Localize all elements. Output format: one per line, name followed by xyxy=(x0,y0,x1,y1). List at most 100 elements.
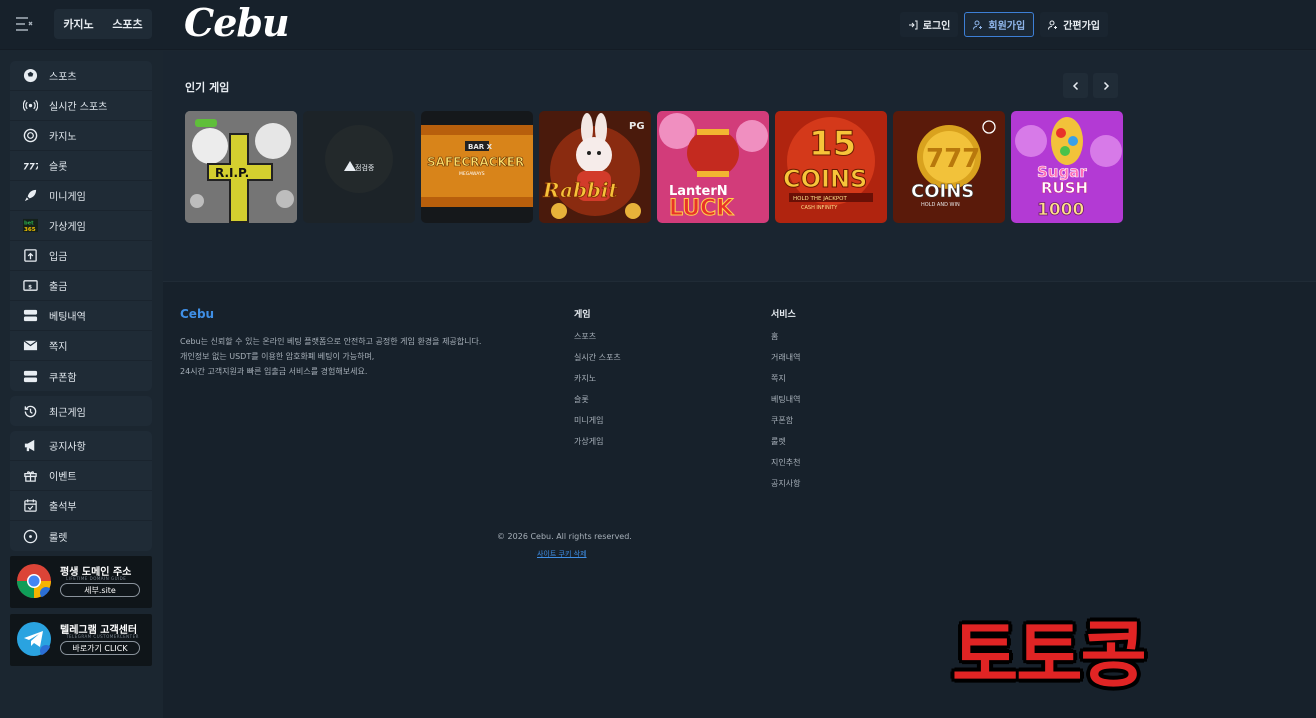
svg-text:COINS: COINS xyxy=(911,181,974,202)
game-card[interactable]: R.I.P. xyxy=(185,111,297,223)
footer-services-column: 서비스 홈 거래내역 쪽지 베팅내역 쿠폰함 룰렛 지인추천 공지사항 xyxy=(771,307,800,499)
sidebar-item-roulette[interactable]: 룰렛 xyxy=(10,521,152,551)
footer-link-home[interactable]: 홈 xyxy=(771,331,800,352)
footer-link-coupons[interactable]: 쿠폰함 xyxy=(771,415,800,436)
game-card[interactable]: 777 COINS HOLD AND WIN xyxy=(893,111,1005,223)
svg-text:COINS: COINS xyxy=(783,165,867,193)
sidebar-item-deposit[interactable]: 입금 xyxy=(10,241,152,271)
next-button[interactable] xyxy=(1093,73,1118,98)
game-card[interactable]: Sugar RUSH 1000 xyxy=(1011,111,1123,223)
sidebar-item-attendance[interactable]: 출석부 xyxy=(10,491,152,521)
sidebar-group-main: 스포츠 실시간 스포츠 카지노 777 슬롯 미니게임 bet365 가상게임 … xyxy=(10,61,152,391)
sidebar-item-label: 이벤트 xyxy=(49,472,77,483)
sidebar-item-virtual[interactable]: bet 365 가상게임 xyxy=(10,211,152,241)
sidebar-item-label: 공지사항 xyxy=(49,442,86,453)
popular-games-title: 인기 게임 xyxy=(185,81,230,94)
history-icon xyxy=(22,403,38,419)
quick-join-button[interactable]: 간편가입 xyxy=(1040,12,1108,37)
footer-link-bet-history[interactable]: 베팅내역 xyxy=(771,394,800,415)
sidebar-item-bet-history[interactable]: 베팅내역 xyxy=(10,301,152,331)
footer-link-minigame[interactable]: 미니게임 xyxy=(574,415,621,436)
footer-link-notices[interactable]: 공지사항 xyxy=(771,478,800,499)
user-plus-icon xyxy=(973,20,983,30)
banner-domain-pill: 세부.site xyxy=(60,583,140,597)
coupon-icon xyxy=(22,368,38,384)
sidebar-item-label: 카지노 xyxy=(49,132,77,143)
footer-link-referral[interactable]: 지인추천 xyxy=(771,457,800,478)
sidebar-item-recent-games[interactable]: 최근게임 xyxy=(10,396,152,426)
game-card[interactable]: 점검중 xyxy=(303,111,415,223)
sidebar-item-withdraw[interactable]: $ 출금 xyxy=(10,271,152,301)
game-carousel: R.I.P. 점검중 BAR X SAFECRACKER MEGAWAYS Ra… xyxy=(185,111,1123,223)
login-button[interactable]: 로그인 xyxy=(899,12,959,37)
footer-brand: Cebu xyxy=(180,307,215,321)
sidebar-item-messages[interactable]: 쪽지 xyxy=(10,331,152,361)
game-thumbnail: LanterN LUCK xyxy=(657,111,769,223)
sidebar-item-label: 미니게임 xyxy=(49,192,86,203)
footer-desc-line: 24시간 고객지원과 빠른 입출금 서비스를 경험해보세요. xyxy=(180,367,368,376)
sidebar-item-label: 최근게임 xyxy=(49,407,86,419)
slot-777-icon: 777 xyxy=(22,158,38,174)
svg-text:bet: bet xyxy=(23,221,33,227)
sidebar-item-label: 입금 xyxy=(49,252,68,263)
login-icon xyxy=(908,20,918,29)
gift-icon xyxy=(22,468,38,484)
footer-link-roulette[interactable]: 룰렛 xyxy=(771,436,800,457)
footer-link-live-sports[interactable]: 실시간 스포츠 xyxy=(574,352,621,373)
sidebar-group-info: 공지사항 이벤트 출석부 룰렛 xyxy=(10,431,152,551)
game-card[interactable]: Rabbit PG xyxy=(539,111,651,223)
chevron-left-icon xyxy=(1072,81,1078,90)
footer-link-casino[interactable]: 카지노 xyxy=(574,373,621,394)
domain-banner[interactable]: 평생 도메인 주소 LIFETIME DOMAIN GUIDE 세부.site xyxy=(10,556,152,608)
svg-text:RUSH: RUSH xyxy=(1041,179,1088,197)
broadcast-icon xyxy=(22,98,38,114)
brand-logo[interactable]: Cebu xyxy=(184,0,290,45)
login-label: 로그인 xyxy=(922,21,951,32)
game-card[interactable]: BAR X SAFECRACKER MEGAWAYS xyxy=(421,111,533,223)
sidebar: 스포츠 실시간 스포츠 카지노 777 슬롯 미니게임 bet365 가상게임 … xyxy=(0,51,163,718)
svg-text:777: 777 xyxy=(926,144,980,174)
sidebar-item-sports[interactable]: 스포츠 xyxy=(10,61,152,91)
game-card[interactable]: 15 COINS HOLD THE JACKPOT CASH INFINITY xyxy=(775,111,887,223)
sidebar-item-casino[interactable]: 카지노 xyxy=(10,121,152,151)
sidebar-item-events[interactable]: 이벤트 xyxy=(10,461,152,491)
chevron-right-icon xyxy=(1103,81,1109,90)
game-card[interactable]: LanterN LUCK xyxy=(657,111,769,223)
tab-sports[interactable]: 스포츠 xyxy=(112,16,142,32)
game-thumbnail: 15 COINS HOLD THE JACKPOT CASH INFINITY xyxy=(775,111,887,223)
casino-chip-icon xyxy=(22,128,38,144)
maintenance-label: 점검중 xyxy=(355,164,375,172)
footer-desc-line: Cebu는 신뢰할 수 있는 온라인 베팅 플랫폼으로 안전하고 공정한 게임 … xyxy=(180,337,482,346)
svg-text:Rabbit: Rabbit xyxy=(542,178,619,202)
register-button[interactable]: 회원가입 xyxy=(964,12,1035,37)
svg-text:15: 15 xyxy=(809,124,856,164)
footer-link-virtual[interactable]: 가상게임 xyxy=(574,436,621,457)
svg-text:BAR X: BAR X xyxy=(468,143,493,151)
sidebar-item-label: 쪽지 xyxy=(49,342,68,353)
megaphone-icon xyxy=(22,438,38,454)
sidebar-item-label: 스포츠 xyxy=(49,72,77,83)
footer-link-slots[interactable]: 슬롯 xyxy=(574,394,621,415)
svg-text:1000: 1000 xyxy=(1037,200,1084,220)
footer-link-transactions[interactable]: 거래내역 xyxy=(771,352,800,373)
footer-link-messages[interactable]: 쪽지 xyxy=(771,373,800,394)
tab-casino[interactable]: 카지노 xyxy=(63,16,93,32)
sidebar-item-slots[interactable]: 777 슬롯 xyxy=(10,151,152,181)
banner-subtitle: TELEGRAM CUSTOMERCENTER xyxy=(66,634,139,639)
svg-text:CASH INFINITY: CASH INFINITY xyxy=(801,205,838,211)
sidebar-item-label: 가상게임 xyxy=(49,222,86,233)
cookie-clear-link[interactable]: 사이트 쿠키 삭제 xyxy=(537,549,587,559)
soccer-ball-icon xyxy=(22,68,38,84)
carousel-arrows xyxy=(1063,73,1118,98)
sidebar-item-coupons[interactable]: 쿠폰함 xyxy=(10,361,152,391)
sidebar-item-live-sports[interactable]: 실시간 스포츠 xyxy=(10,91,152,121)
calendar-check-icon xyxy=(22,498,38,514)
footer-link-sports[interactable]: 스포츠 xyxy=(574,331,621,352)
telegram-banner[interactable]: 텔레그램 고객센터 TELEGRAM CUSTOMERCENTER 바로가기 C… xyxy=(10,614,152,666)
sidebar-item-notices[interactable]: 공지사항 xyxy=(10,431,152,461)
prev-button[interactable] xyxy=(1063,73,1088,98)
menu-collapse-icon[interactable] xyxy=(14,15,34,33)
footer-services-title: 서비스 xyxy=(771,310,796,320)
sidebar-item-minigame[interactable]: 미니게임 xyxy=(10,181,152,211)
svg-text:HOLD AND WIN: HOLD AND WIN xyxy=(921,202,960,208)
